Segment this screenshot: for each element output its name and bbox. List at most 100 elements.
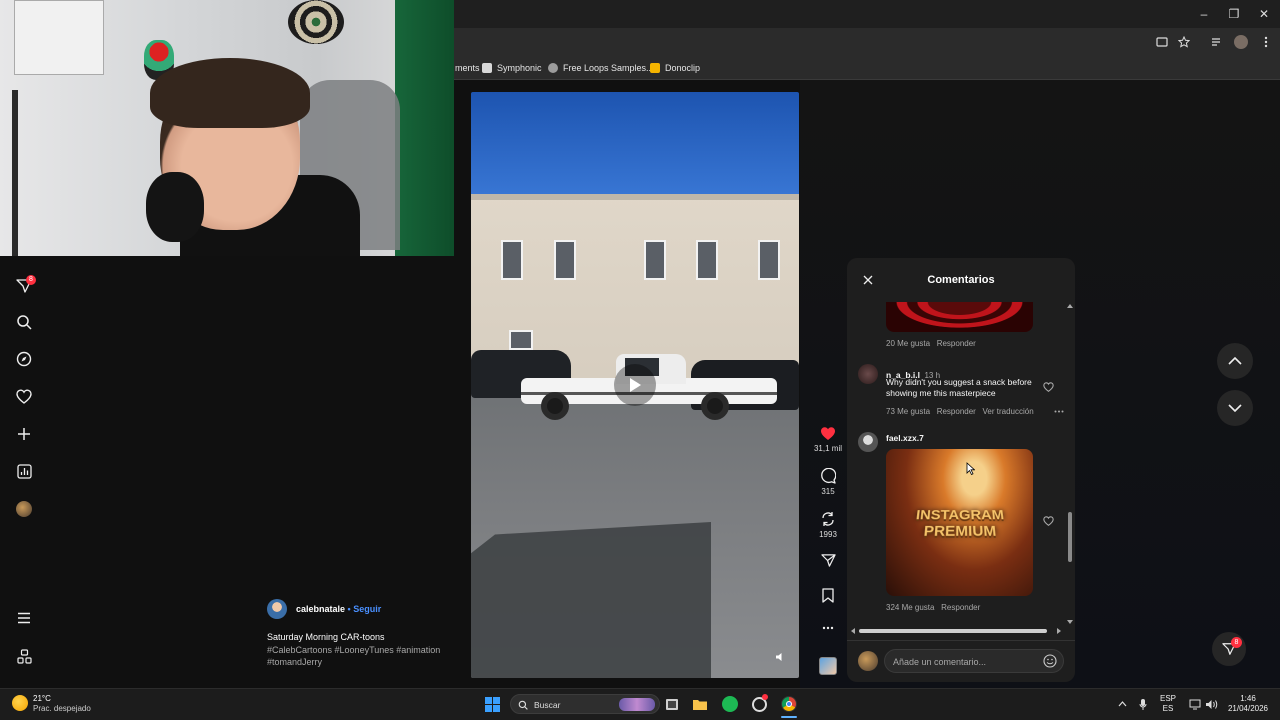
window [644,240,666,280]
task-view-icon[interactable] [663,695,681,713]
comment-likes[interactable]: 20 Me gusta [886,339,930,348]
restore-icon[interactable]: ❐ [1226,6,1242,22]
comment-options-icon[interactable] [1054,410,1064,413]
language-indicator[interactable]: ESP ES [1157,694,1179,714]
taskbar-search[interactable]: Buscar [510,694,660,714]
comment-image[interactable]: INSTAGRAM PREMIUM [886,449,1033,596]
weather-desc: Prac. despejado [33,704,91,713]
media-control-icon[interactable] [1208,34,1226,50]
translate-button[interactable]: Ver traducción [983,407,1034,416]
commenter-avatar[interactable] [858,364,878,384]
app-icon[interactable] [750,694,768,713]
bookmark-item[interactable]: ments [455,59,480,77]
browser-menu-icon[interactable] [1257,34,1275,50]
comment-image[interactable] [886,302,1033,332]
comment-likes[interactable]: 73 Me gusta [886,407,930,416]
heart-filled-icon [821,427,835,440]
previous-reel-button[interactable] [1217,343,1253,379]
active-app-indicator [781,716,797,718]
explore-icon[interactable] [14,349,34,369]
tray-expand-icon[interactable] [1113,695,1131,713]
more-horizontal-icon [822,626,834,630]
spotify-icon[interactable] [721,695,739,713]
close-window-icon[interactable]: ✕ [1256,6,1272,22]
bookmark-donoclip[interactable]: Donoclip [650,59,700,77]
comment-input-placeholder: Añade un comentario... [893,657,987,667]
scrollbar-thumb[interactable] [1068,512,1072,562]
microphone [146,172,204,242]
donoclip-icon [650,63,660,73]
clock[interactable]: 1:46 21/04/2026 [1222,694,1274,714]
create-icon[interactable] [14,424,34,444]
microphone-icon[interactable] [1134,695,1152,713]
minimize-icon[interactable]: – [1196,6,1212,22]
language-top: ESP [1159,694,1176,703]
window [501,240,523,280]
menu-icon[interactable] [14,608,34,628]
comment-likes[interactable]: 324 Me gusta [886,603,934,612]
bookmark-star-icon[interactable] [1175,34,1193,50]
follow-button[interactable]: • Seguir [348,604,382,614]
profile-avatar[interactable] [14,499,34,519]
profile-avatar[interactable] [1232,34,1250,50]
clock-time: 1:46 [1240,694,1256,703]
file-explorer-icon[interactable] [691,695,709,713]
comments-count: 315 [821,487,835,496]
mute-icon[interactable] [773,650,787,664]
comment-like-icon[interactable] [1043,382,1054,392]
freeloops-icon [548,63,558,73]
reel-video[interactable] [471,92,799,678]
floating-messages-button[interactable] [1212,632,1246,666]
play-button[interactable] [614,364,656,406]
scrollbar-thumb[interactable] [859,629,1047,633]
chrome-icon[interactable] [780,695,798,713]
comment-input[interactable]: Añade un comentario... [884,649,1064,673]
comment-text: Why didn't you suggest a snack before sh… [886,377,1032,398]
bookmark-symphonic[interactable]: Symphonic [482,59,542,77]
search-highlight-image [619,698,655,711]
commenter-avatar[interactable] [858,432,878,452]
stats-icon[interactable] [14,461,34,481]
save-action[interactable] [812,588,844,603]
volume-icon[interactable] [1202,695,1220,713]
window [554,240,576,280]
weather-icon[interactable] [12,695,28,711]
repost-action[interactable]: 1993 [812,511,844,539]
comment-action[interactable]: 315 [812,468,844,496]
comment-meta: 324 Me gusta Responder [886,603,980,612]
comment-like-icon[interactable] [1043,516,1054,526]
poster [14,0,104,75]
emoji-icon[interactable] [1043,654,1057,668]
start-icon[interactable] [483,695,501,713]
more-icon[interactable] [14,646,34,666]
chevron-down-icon [1228,404,1242,412]
reply-button[interactable]: Responder [937,339,976,348]
share-action[interactable] [812,553,844,568]
caption-hashtags[interactable]: #CalebCartoons #LooneyTunes #animation #… [267,644,457,668]
weather-widget[interactable]: 21°C Prac. despejado [33,694,91,714]
more-options-action[interactable] [812,626,844,630]
audio-thumbnail[interactable] [819,657,837,675]
person-hair [150,58,310,128]
cast-icon[interactable] [1153,34,1171,50]
my-avatar [858,651,878,671]
reply-button[interactable]: Responder [937,407,976,416]
author-avatar[interactable] [267,599,287,619]
vertical-scrollbar[interactable] [1067,304,1073,624]
green-door [395,0,454,256]
heart-icon[interactable] [14,386,34,406]
next-reel-button[interactable] [1217,390,1253,426]
horizontal-scrollbar[interactable] [851,628,1063,634]
author-username[interactable]: calebnatale [296,604,345,614]
like-action[interactable]: 31,1 mil [812,426,844,453]
clock-date: 21/04/2026 [1227,704,1269,713]
mic-stand [12,90,18,256]
shadow [471,522,711,678]
likes-count: 31,1 mil [813,444,842,453]
search-icon[interactable] [14,312,34,332]
bookmark-free-loops[interactable]: Free Loops Samples... [548,59,654,77]
reply-button[interactable]: Responder [941,603,980,612]
comment-meta: 20 Me gusta Responder [886,339,976,348]
comment-username[interactable]: fael.xzx.7 [886,433,924,443]
share-icon [820,554,836,567]
